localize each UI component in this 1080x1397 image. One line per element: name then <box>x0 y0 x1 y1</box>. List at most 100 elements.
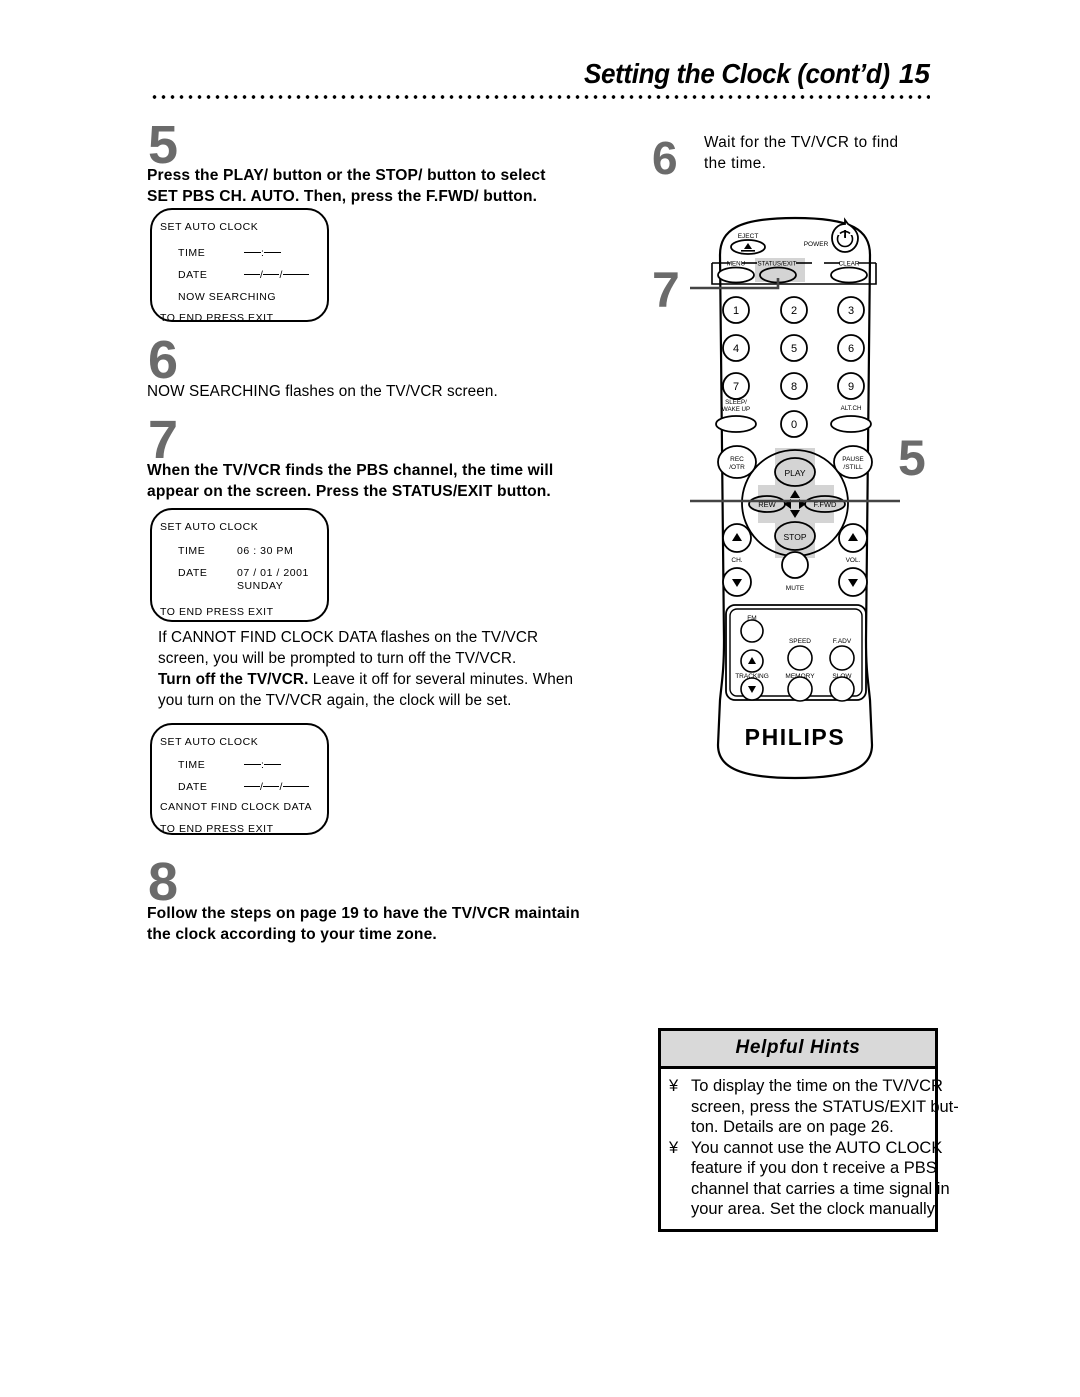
hint-2-line-3: channel that carries a time signal in <box>691 1179 950 1198</box>
helpful-hints-body: ¥ To display the time on the TV/VCR scre… <box>661 1069 959 1229</box>
rec-label-line2: /OTR <box>729 464 745 471</box>
sleep-label-line2: WAKE UP <box>722 406 750 413</box>
callout-number-7: 7 <box>652 262 680 318</box>
pause-label-line1: PAUSE <box>842 456 864 463</box>
osd2-date-value: 07 / 01 / 2001 <box>237 567 309 579</box>
number-label-9: 9 <box>848 381 854 393</box>
philips-brand-logo: PHILIPS <box>745 724 846 750</box>
osd2-time-value: 06 : 30 PM <box>237 545 294 557</box>
hint-item-2: ¥ You cannot use the AUTO CLOCK feature … <box>669 1138 950 1220</box>
rec-label-line1: REC <box>730 456 744 463</box>
stop-label: STOP <box>784 532 807 542</box>
osd1-time-value: : <box>244 247 282 259</box>
step-7-line-1: When the TV/VCR finds the PBS channel, t… <box>147 462 554 479</box>
osd-screen-clock-found: SET AUTO CLOCK TIME 06 : 30 PM DATE 07 /… <box>150 508 329 622</box>
cannot-find-line-3-bold: Turn off the TV/VCR. <box>158 671 309 688</box>
f-adv-label: F.ADV <box>833 638 852 645</box>
osd3-date-value: / / <box>244 781 309 793</box>
step-7-text: When the TV/VCR finds the PBS channel, t… <box>147 460 657 502</box>
step-6-text: NOW SEARCHING flashes on the TV/VCR scre… <box>147 383 498 400</box>
step-5-line-1: Press the PLAY/ button or the STOP/ butt… <box>147 167 546 184</box>
hint-1-line-3: ton. Details are on page 26. <box>691 1118 894 1136</box>
callout-number-5: 5 <box>898 430 926 486</box>
hint-1-line-1: To display the time on the TV/VCR <box>691 1077 943 1095</box>
step-8-text: Follow the steps on page 19 to have the … <box>147 903 657 945</box>
number-label-5: 5 <box>791 343 797 355</box>
step-7-line-2: appear on the screen. Press the STATUS/E… <box>147 483 551 500</box>
mute-button <box>781 551 809 579</box>
step-number-7: 7 <box>148 410 179 470</box>
osd2-date-day: SUNDAY <box>237 580 284 592</box>
osd1-time-label: TIME <box>178 247 206 259</box>
hint-2-line-1: You cannot use the AUTO CLOCK <box>691 1138 943 1157</box>
speed-label: SPEED <box>789 638 811 645</box>
alt-ch-button <box>830 415 872 433</box>
osd1-footer: TO END PRESS EXIT <box>160 312 274 324</box>
osd3-status: CANNOT FIND CLOCK DATA <box>160 801 313 813</box>
slow-button <box>829 676 855 702</box>
right-step-number-6: 6 <box>652 132 678 184</box>
helpful-hints-title: Helpful Hints <box>661 1031 935 1069</box>
page-number: 15 <box>898 58 930 89</box>
hint-item-1: ¥ To display the time on the TV/VCR scre… <box>669 1076 959 1138</box>
remote-control-illustration: EJECT POWER MENU STATUS/EXIT CLEAR 1 2 3… <box>690 200 900 800</box>
eject-label: EJECT <box>738 233 759 240</box>
osd2-time-label: TIME <box>178 545 206 557</box>
osd1-status: NOW SEARCHING <box>178 291 277 303</box>
step-number-8: 8 <box>148 852 179 912</box>
helpful-hints-box: Helpful Hints ¥ To display the time on t… <box>658 1028 959 1232</box>
play-label: PLAY <box>784 468 805 478</box>
number-label-1: 1 <box>733 305 739 317</box>
cannot-find-line-3: Turn off the TV/VCR. Leave it off for se… <box>158 669 658 690</box>
number-label-4: 4 <box>733 343 739 355</box>
osd1-title: SET AUTO CLOCK <box>160 221 259 233</box>
osd1-date-label: DATE <box>178 269 208 281</box>
tracking-label: TRACKING <box>735 673 769 680</box>
step-8-line-2: the clock according to your time zone. <box>147 926 437 943</box>
number-label-7: 7 <box>733 381 739 393</box>
osd1-date-value: / / <box>244 269 309 281</box>
hint-bullet-2: ¥ <box>669 1138 679 1157</box>
osd2-footer: TO END PRESS EXIT <box>160 606 274 618</box>
cannot-find-line-4: you turn on the TV/VCR again, the clock … <box>158 692 512 709</box>
step-5-line-2: SET PBS CH. AUTO. Then, press the F.FWD/… <box>147 188 538 205</box>
right-step-6-line-2: the time. <box>704 155 767 172</box>
menu-label: MENU <box>727 261 745 268</box>
sleep-label-line1: SLEEP/ <box>725 399 747 406</box>
hint-2-line-4: your area. Set the clock manually. <box>691 1200 939 1218</box>
number-label-2: 2 <box>791 305 797 317</box>
step-8-line-1: Follow the steps on page 19 to have the … <box>147 905 580 922</box>
sleep-wake-up-button <box>715 415 757 433</box>
f-adv-button <box>829 645 855 671</box>
helpful-hints-list: ¥ To display the time on the TV/VCR scre… <box>669 1076 959 1220</box>
page-title: Setting the Clock (cont’d) <box>584 58 890 89</box>
speed-button <box>787 645 813 671</box>
osd3-footer: TO END PRESS EXIT <box>160 823 274 835</box>
hint-1-line-2: screen, press the STATUS/EXIT but- <box>691 1097 959 1116</box>
page-header: Setting the Clock (cont’d) 15 <box>150 58 930 90</box>
number-label-0: 0 <box>791 419 797 431</box>
step-5-text: Press the PLAY/ button or the STOP/ butt… <box>147 165 657 207</box>
step-number-6: 6 <box>148 330 179 390</box>
osd3-time-value: : <box>244 759 282 771</box>
hint-2-line-2: feature if you don t receive a PBS <box>691 1159 937 1177</box>
mute-label: MUTE <box>786 585 805 592</box>
alt-ch-label: ALT.CH <box>841 405 862 412</box>
osd3-title: SET AUTO CLOCK <box>160 736 259 748</box>
step-number-5: 5 <box>148 115 179 175</box>
ch-label: CH. <box>731 557 742 564</box>
clear-button <box>830 266 868 284</box>
number-label-3: 3 <box>848 305 854 317</box>
pause-label-line2: /STILL <box>843 464 863 471</box>
status-exit-label: STATUS/EXIT <box>758 261 797 268</box>
power-label: POWER <box>804 241 829 248</box>
clear-label: CLEAR <box>839 261 860 268</box>
number-label-6: 6 <box>848 343 854 355</box>
fm-button <box>740 619 764 643</box>
cannot-find-line-3-rest: Leave it off for several minutes. When <box>308 671 574 688</box>
cannot-find-line-2: screen, you will be prompted to turn off… <box>158 650 517 667</box>
memory-button <box>787 676 813 702</box>
vol-label: VOL. <box>846 557 861 564</box>
cannot-find-line-1: If CANNOT FIND CLOCK DATA flashes on the… <box>158 629 539 646</box>
osd3-date-label: DATE <box>178 781 208 793</box>
